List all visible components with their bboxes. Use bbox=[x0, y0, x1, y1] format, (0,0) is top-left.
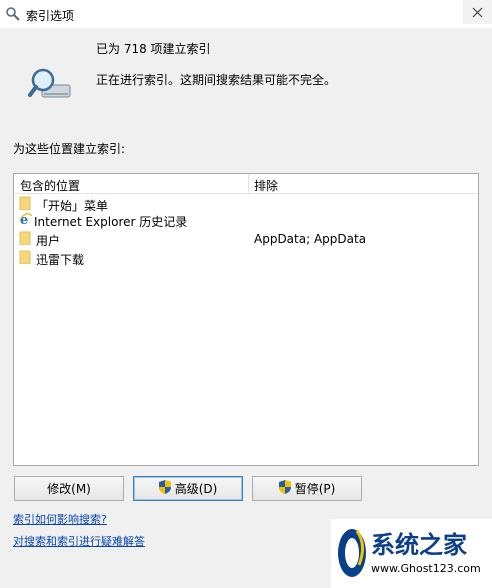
folder-icon bbox=[19, 231, 33, 246]
folder-icon bbox=[19, 196, 33, 211]
locations-section-label: 为这些位置建立索引: bbox=[13, 142, 126, 156]
list-header: 包含的位置 排除 bbox=[14, 174, 478, 194]
how-indexing-affects-search-link[interactable]: 索引如何影响搜索? bbox=[13, 511, 107, 527]
shield-icon bbox=[278, 480, 291, 497]
pause-button-label: 暂停(P) bbox=[294, 482, 336, 496]
ie-icon: e bbox=[19, 212, 33, 228]
close-button[interactable] bbox=[463, 0, 492, 24]
indexing-options-icon bbox=[5, 6, 21, 22]
watermark-title: 系统之家 bbox=[371, 530, 467, 559]
watermark-logo-icon bbox=[335, 525, 369, 584]
location-name: Internet Explorer 历史记录 bbox=[34, 215, 188, 229]
pause-button[interactable]: 暂停(P) bbox=[252, 476, 362, 501]
index-locations-list[interactable]: 包含的位置 排除 「开始」菜单 e Internet Explorer 历史记录… bbox=[13, 173, 479, 466]
location-exclude: AppData; AppData bbox=[254, 232, 367, 246]
column-header-included[interactable]: 包含的位置 bbox=[20, 177, 80, 194]
close-icon bbox=[472, 7, 483, 18]
advanced-button[interactable]: 高级(D) bbox=[133, 476, 243, 501]
watermark: 系统之家 www.Ghost123.com bbox=[331, 519, 492, 588]
list-item[interactable]: e Internet Explorer 历史记录 bbox=[14, 210, 478, 229]
location-name: 迅雷下载 bbox=[36, 253, 85, 267]
folder-icon bbox=[19, 250, 33, 265]
advanced-button-label: 高级(D) bbox=[174, 482, 218, 496]
location-name: 用户 bbox=[36, 234, 61, 248]
title-bar: 索引选项 bbox=[0, 0, 492, 28]
index-count-text: 已为 718 项建立索引 bbox=[96, 42, 211, 56]
modify-button[interactable]: 修改(M) bbox=[14, 476, 124, 501]
list-item[interactable]: 用户 AppData; AppData bbox=[14, 229, 478, 248]
shield-icon bbox=[158, 480, 171, 497]
indexing-status-message: 正在进行索引。这期间搜索结果可能不完全。 bbox=[96, 73, 337, 87]
column-divider[interactable] bbox=[248, 174, 249, 193]
list-item[interactable]: 迅雷下载 bbox=[14, 248, 478, 267]
watermark-url: www.Ghost123.com bbox=[371, 562, 481, 575]
column-header-excluded[interactable]: 排除 bbox=[254, 177, 278, 194]
troubleshoot-search-link[interactable]: 对搜索和索引进行疑难解答 bbox=[13, 533, 145, 549]
modify-button-label: 修改(M) bbox=[47, 482, 91, 496]
window-title: 索引选项 bbox=[26, 9, 75, 23]
magnifier-drive-icon bbox=[28, 65, 74, 105]
